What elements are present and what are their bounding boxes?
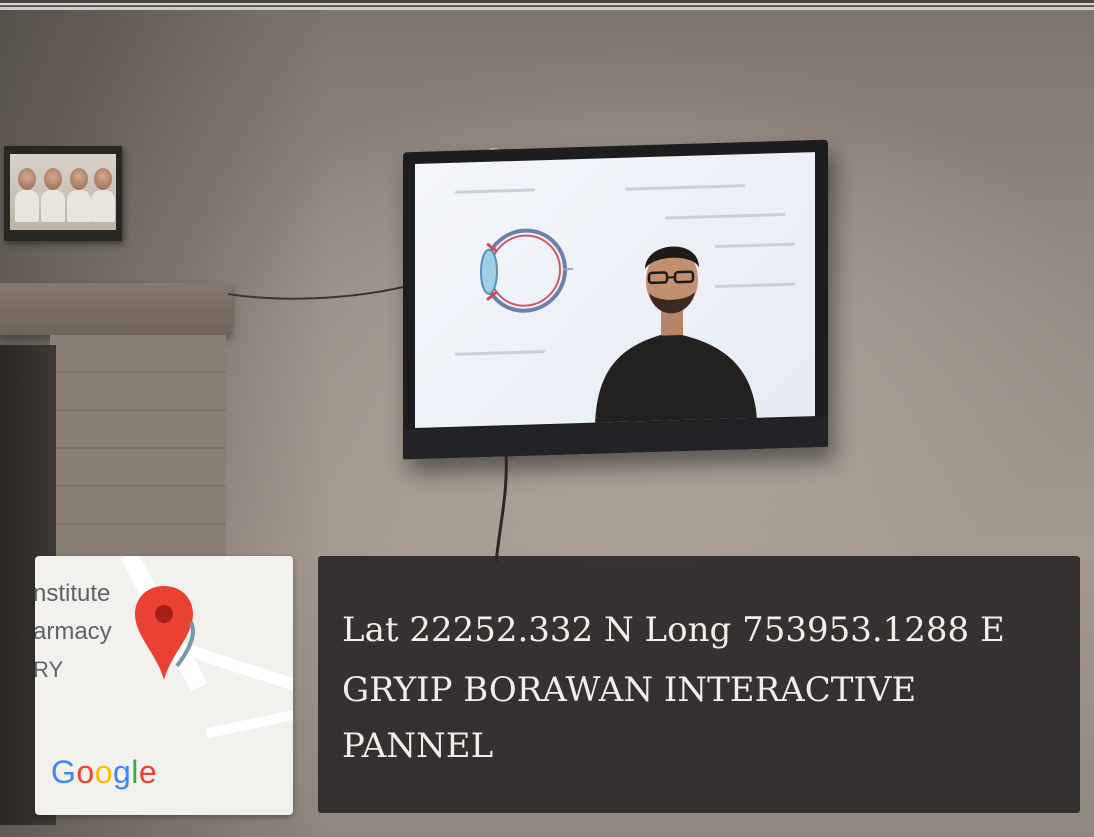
slide-text-line — [625, 184, 745, 191]
portrait-face — [18, 168, 36, 190]
slide-text-line — [455, 188, 535, 194]
presenter-figure — [595, 246, 757, 425]
slide-text-line — [455, 350, 545, 356]
map-road — [186, 644, 293, 700]
panel-cable — [494, 453, 508, 563]
portrait-body — [15, 190, 39, 222]
portrait-body — [91, 190, 115, 222]
scan-border — [0, 0, 1094, 10]
map-road — [205, 703, 293, 739]
blind-valance — [0, 283, 232, 335]
map-place-label: nstitute — [35, 580, 111, 607]
location-text-continued: PANNEL — [342, 726, 494, 766]
map-place-label: armacy — [35, 618, 112, 645]
portrait-face — [94, 168, 112, 190]
portrait-body — [41, 190, 65, 222]
map-pin-icon — [135, 586, 196, 680]
google-logo: Google — [51, 754, 158, 790]
portrait-face — [44, 168, 62, 190]
interactive-panel — [403, 139, 828, 460]
location-text: GRYIP BORAWAN INTERACTIVE — [342, 670, 917, 710]
framed-photo-content — [10, 154, 116, 230]
map-thumbnail[interactable]: nstitute armacy RY Google — [35, 556, 293, 815]
geotag-caption: Lat 22252.332 N Long 753953.1288 E GRYIP… — [318, 556, 1080, 813]
panel-screen — [415, 152, 815, 428]
coordinates-text: Lat 22252.332 N Long 753953.1288 E — [342, 610, 1005, 650]
map-place-label: RY — [35, 657, 64, 682]
wall-wire — [228, 285, 408, 300]
portrait-face — [70, 168, 88, 190]
portrait-body — [67, 190, 91, 222]
framed-photo — [4, 146, 122, 241]
eye-diagram — [480, 228, 573, 313]
photo-scene: nstitute armacy RY Google Lat 22252.332 … — [0, 0, 1094, 837]
